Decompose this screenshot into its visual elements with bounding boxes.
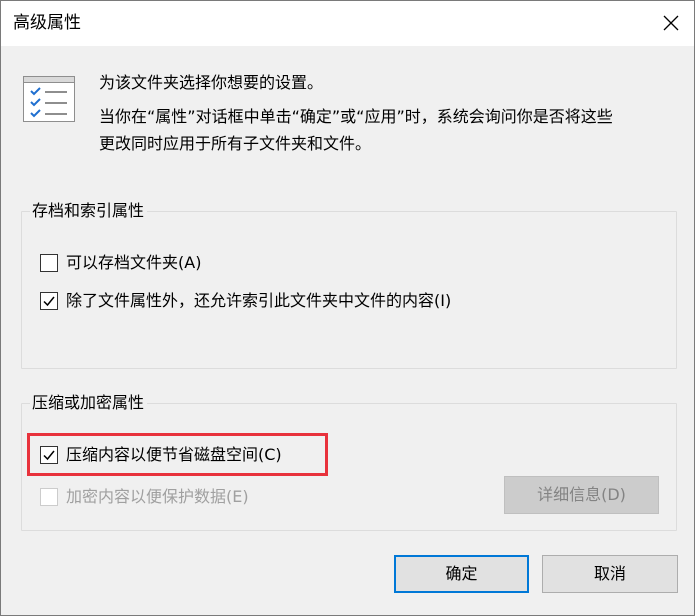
archive-index-group-title: 存档和索引属性 <box>30 200 148 222</box>
compress-encrypt-group-title: 压缩或加密属性 <box>30 392 148 414</box>
ok-button[interactable]: 确定 <box>394 555 529 593</box>
highlight-box <box>27 433 328 476</box>
details-button: 详细信息(D) <box>504 476 659 514</box>
title-bar: 高级属性 <box>1 1 694 46</box>
encrypt-checkbox-label: 加密内容以便保护数据(E) <box>66 487 249 506</box>
index-checkbox-label: 除了文件属性外，还允许索引此文件夹中文件的内容(I) <box>66 291 452 310</box>
archive-checkbox[interactable] <box>40 254 58 272</box>
description-line-1: 为该文件夹选择你想要的设置。 <box>99 73 324 92</box>
index-checkbox[interactable] <box>40 292 58 310</box>
archive-checkbox-label: 可以存档文件夹(A) <box>66 253 202 272</box>
description-line-2: 当你在“属性”对话框中单击“确定”或“应用”时，系统会询问你是否将这些 <box>99 107 613 126</box>
close-icon <box>663 15 679 31</box>
encrypt-checkbox <box>40 488 58 506</box>
cancel-button[interactable]: 取消 <box>542 555 678 593</box>
advanced-attributes-dialog: 高级属性 为该文件夹选择你想要的设置。 当你在“属性”对话框中单击“确定”或“应… <box>0 0 695 616</box>
attributes-list-icon <box>23 76 75 122</box>
window-title: 高级属性 <box>13 13 81 33</box>
description-line-3: 更改同时应用于所有子文件夹和文件。 <box>99 134 372 153</box>
close-button[interactable] <box>648 1 694 46</box>
checkmark-icon <box>43 296 55 307</box>
